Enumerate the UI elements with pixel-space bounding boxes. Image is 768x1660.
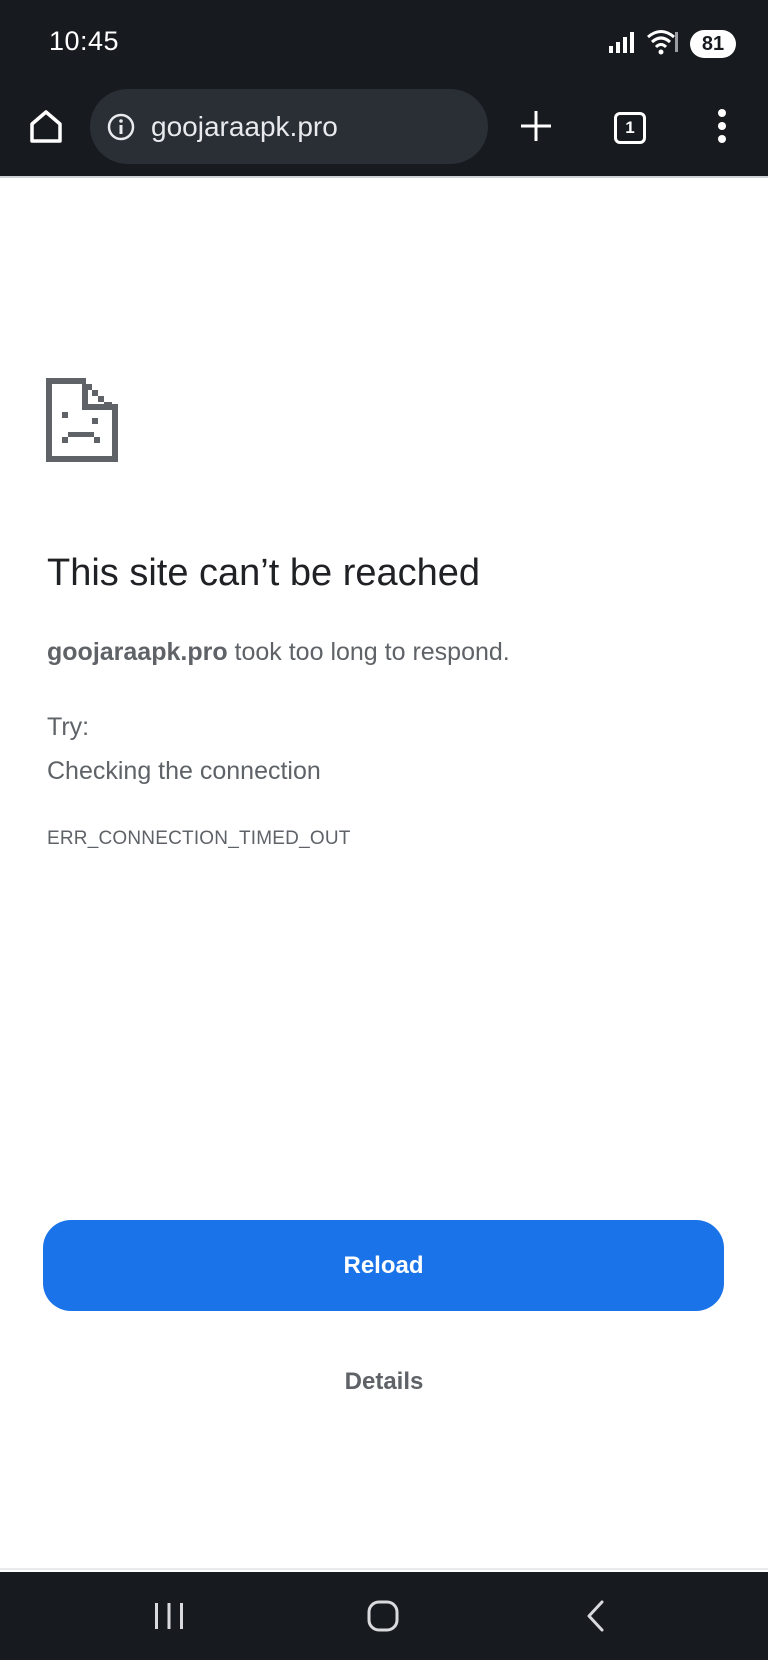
home-nav-button[interactable]: [355, 1590, 411, 1646]
status-icons: 81: [608, 28, 736, 61]
tab-switcher-button[interactable]: 1: [606, 104, 654, 152]
back-icon: [584, 1599, 608, 1638]
status-time: 10:45: [49, 26, 120, 56]
kebab-menu-icon: [716, 108, 728, 149]
battery-level: 81: [690, 30, 736, 58]
error-host: goojaraapk.pro: [47, 638, 228, 666]
home-icon: [27, 107, 65, 150]
content-divider: [0, 1568, 768, 1570]
battery-icon: 81: [690, 30, 736, 58]
sad-document-icon: [46, 378, 118, 462]
recents-icon: [152, 1601, 186, 1636]
error-code: ERR_CONNECTION_TIMED_OUT: [47, 828, 351, 849]
address-bar[interactable]: goojaraapk.pro: [90, 89, 488, 164]
browser-chrome: 10:45 81 goojaraapk.pro 1: [0, 0, 768, 177]
try-label: Try:: [47, 713, 90, 741]
back-button[interactable]: [568, 1590, 624, 1646]
error-message: took too long to respond.: [227, 638, 510, 666]
tab-count: 1: [614, 112, 646, 144]
home-nav-icon: [366, 1599, 400, 1638]
suggestion-item: Checking the connection: [47, 757, 321, 785]
home-button[interactable]: [22, 104, 70, 152]
plus-icon: [519, 109, 553, 148]
browser-toolbar: goojaraapk.pro 1: [0, 86, 768, 172]
signal-icon: [608, 30, 636, 59]
menu-button[interactable]: [700, 104, 744, 152]
new-tab-button[interactable]: [512, 104, 560, 152]
wifi-icon: [646, 28, 680, 61]
error-summary: goojaraapk.pro took too long to respond.: [47, 638, 510, 667]
status-bar: 10:45 81: [0, 0, 768, 86]
reload-button[interactable]: Reload: [43, 1220, 724, 1311]
error-heading: This site can’t be reached: [47, 552, 481, 594]
url-text[interactable]: goojaraapk.pro: [151, 111, 338, 143]
details-button[interactable]: Details: [300, 1362, 468, 1402]
system-nav-bar: [0, 1572, 768, 1660]
info-icon[interactable]: [105, 111, 137, 143]
recents-button[interactable]: [141, 1590, 197, 1646]
chrome-divider: [0, 176, 768, 178]
